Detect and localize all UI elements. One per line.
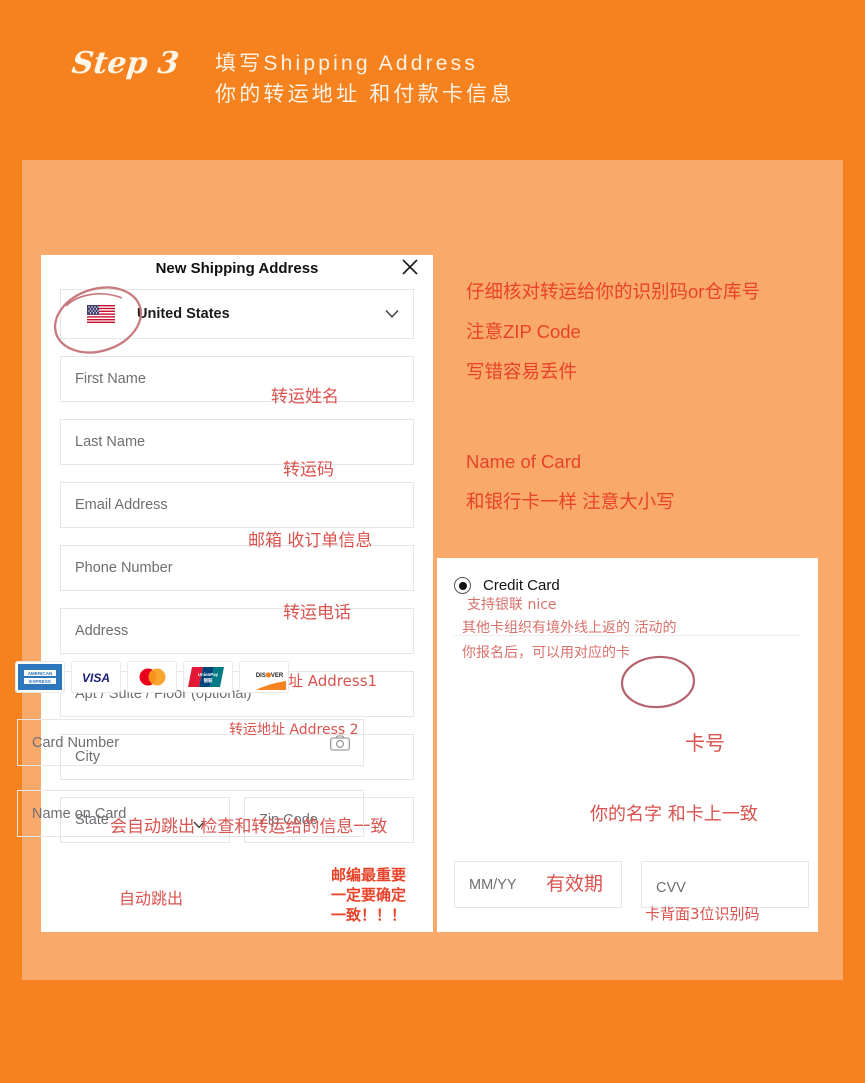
email-address-field[interactable]: Email Address — [60, 482, 414, 528]
mastercard-icon — [127, 661, 177, 693]
chevron-down-icon — [385, 310, 399, 319]
expiry-field[interactable]: MM/YY — [454, 861, 622, 908]
svg-text:VER: VER — [271, 673, 284, 679]
us-flag-icon — [87, 305, 115, 323]
step-badge: Step 3 — [70, 46, 181, 81]
camera-icon[interactable] — [330, 734, 350, 751]
amex-icon: AMERICAN EXPRESS — [15, 661, 65, 693]
discover-icon: DISC VER — [239, 661, 289, 693]
divider-top — [454, 635, 801, 636]
first-name-label: First Name — [75, 371, 146, 387]
close-icon[interactable] — [400, 257, 420, 277]
card-number-label: Card Number — [32, 734, 120, 751]
visa-icon: VISA — [71, 661, 121, 693]
first-name-field[interactable]: First Name — [60, 356, 414, 402]
zip-warning-line-2: 一定要确定 — [331, 887, 407, 904]
cvv-field[interactable]: CVV — [641, 861, 809, 908]
name-on-card-field[interactable]: Name on Card — [17, 790, 364, 837]
annotation-notes-block: 仔细核对转运给你的识别码or仓库号 注意ZIP Code 写错容易丢件 Name… — [466, 272, 846, 522]
phone-number-label: Phone Number — [75, 560, 173, 576]
country-value: United States — [137, 306, 230, 322]
phone-number-field[interactable]: Phone Number — [60, 545, 414, 591]
page-header: Step 3 填写Shipping Address 你的转运地址 和付款卡信息 — [0, 0, 865, 160]
address-label: Address — [75, 623, 129, 639]
cvv-label: CVV — [656, 880, 686, 896]
header-line-2: 你的转运地址 和付款卡信息 — [215, 83, 515, 106]
note-line-5: 和银行卡一样 注意大小写 — [466, 491, 675, 512]
zip-warning-line-1: 邮编最重要 — [331, 867, 407, 884]
radio-selected-icon[interactable] — [454, 577, 471, 594]
zip-warning-block: 邮编最重要 一定要确定 一致！！！ — [331, 866, 406, 926]
last-name-field[interactable]: Last Name — [60, 419, 414, 465]
svg-text:UnionPay: UnionPay — [198, 672, 219, 677]
header-title-block: 填写Shipping Address 你的转运地址 和付款卡信息 — [215, 48, 514, 110]
last-name-label: Last Name — [75, 434, 146, 450]
expiry-label: MM/YY — [469, 876, 517, 893]
credit-card-radio-option[interactable]: Credit Card — [454, 577, 560, 594]
dialog-title: New Shipping Address — [155, 260, 319, 277]
note-line-2: 注意ZIP Code — [466, 321, 581, 342]
unionpay-icon: UnionPay 银联 — [183, 661, 233, 693]
email-address-label: Email Address — [75, 497, 168, 513]
accepted-card-brands: AMERICAN EXPRESS VISA UnionPay 银联 DISC V… — [15, 661, 289, 693]
credit-card-radio-label: Credit Card — [483, 577, 560, 594]
note-spacer — [466, 392, 846, 442]
svg-text:VISA: VISA — [82, 671, 110, 685]
name-on-card-label: Name on Card — [32, 805, 127, 822]
svg-text:银联: 银联 — [204, 677, 213, 684]
svg-text:EXPRESS: EXPRESS — [29, 679, 51, 684]
dialog-header: New Shipping Address — [41, 255, 433, 287]
svg-text:AMERICAN: AMERICAN — [28, 671, 53, 676]
header-line-1: 填写Shipping Address — [215, 52, 479, 75]
zip-warning-line-3: 一致！！！ — [331, 907, 407, 924]
address-field[interactable]: Address — [60, 608, 414, 654]
country-select[interactable]: United States — [60, 289, 414, 339]
note-line-4: Name of Card — [466, 451, 582, 472]
card-number-field[interactable]: Card Number — [17, 719, 364, 766]
note-line-1: 仔细核对转运给你的识别码or仓库号 — [466, 281, 760, 302]
note-line-3: 写错容易丢件 — [466, 361, 578, 382]
